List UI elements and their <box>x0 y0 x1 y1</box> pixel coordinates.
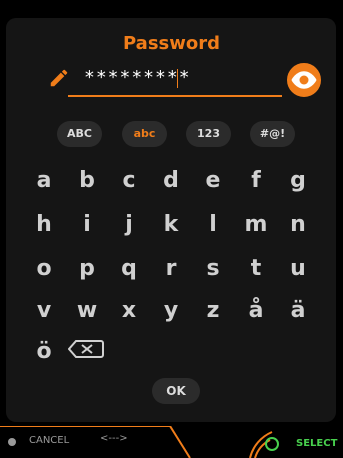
navigate-arrows: <---> <box>100 433 128 444</box>
key-s[interactable]: s <box>200 254 226 284</box>
key-y[interactable]: y <box>158 296 184 326</box>
key-f[interactable]: f <box>243 166 269 196</box>
eye-icon <box>291 71 317 89</box>
key-g[interactable]: g <box>285 166 311 196</box>
key-z[interactable]: z <box>200 296 226 326</box>
key-c[interactable]: c <box>116 166 142 196</box>
key-b[interactable]: b <box>74 166 100 196</box>
screen: Password ********* ABC abc 123 #@! a b c… <box>0 0 343 458</box>
key-l[interactable]: l <box>200 210 226 240</box>
key-a-ring[interactable]: å <box>243 296 269 326</box>
key-t[interactable]: t <box>243 254 269 284</box>
text-caret <box>177 69 178 88</box>
key-o[interactable]: o <box>31 254 57 284</box>
ok-button[interactable]: OK <box>152 378 200 404</box>
key-d[interactable]: d <box>158 166 184 196</box>
key-h[interactable]: h <box>31 210 57 240</box>
tab-numbers[interactable]: 123 <box>186 121 231 147</box>
key-k[interactable]: k <box>158 210 184 240</box>
key-q[interactable]: q <box>116 254 142 284</box>
password-field[interactable]: ********* <box>84 67 191 88</box>
pencil-icon <box>50 69 68 87</box>
key-o-umlaut[interactable]: ö <box>31 337 57 367</box>
select-label[interactable]: SELECT <box>296 438 337 449</box>
select-icon <box>265 437 279 451</box>
key-w[interactable]: w <box>74 296 100 326</box>
cancel-label[interactable]: CANCEL <box>29 435 69 446</box>
key-v[interactable]: v <box>31 296 57 326</box>
key-a[interactable]: a <box>31 166 57 196</box>
key-p[interactable]: p <box>74 254 100 284</box>
show-password-button[interactable] <box>287 63 321 97</box>
key-i[interactable]: i <box>74 210 100 240</box>
tab-symbols[interactable]: #@! <box>250 121 295 147</box>
key-e[interactable]: e <box>200 166 226 196</box>
backspace-icon[interactable] <box>68 339 104 359</box>
key-a-umlaut[interactable]: ä <box>285 296 311 326</box>
page-title: Password <box>122 33 221 54</box>
key-u[interactable]: u <box>285 254 311 284</box>
key-r[interactable]: r <box>158 254 184 284</box>
tab-abc-lower[interactable]: abc <box>122 121 167 147</box>
tab-abc-upper[interactable]: ABC <box>57 121 102 147</box>
key-x[interactable]: x <box>116 296 142 326</box>
key-n[interactable]: n <box>285 210 311 240</box>
cancel-icon <box>8 438 16 446</box>
password-underline <box>68 95 282 97</box>
key-m[interactable]: m <box>243 210 269 240</box>
key-j[interactable]: j <box>116 210 142 240</box>
